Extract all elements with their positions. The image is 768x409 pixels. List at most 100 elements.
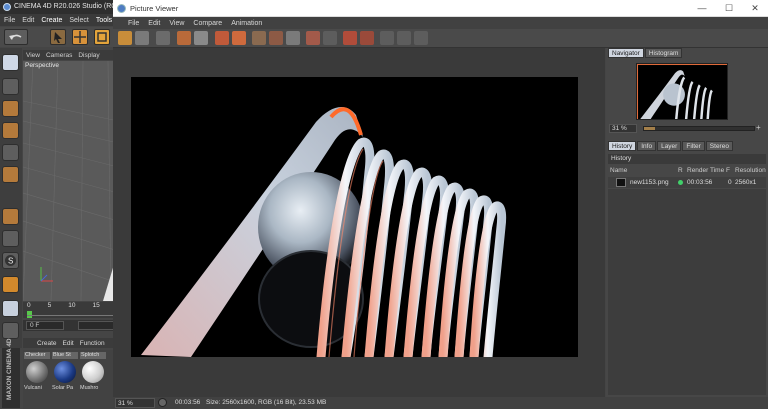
- column-name[interactable]: Name: [610, 167, 627, 174]
- picture-viewer-canvas[interactable]: [113, 48, 605, 397]
- navigator-preview[interactable]: [636, 63, 728, 120]
- navigator-zoom-slider[interactable]: [643, 126, 755, 131]
- texture-mode-icon[interactable]: [2, 100, 19, 117]
- undo-icon[interactable]: [4, 29, 28, 45]
- c4d-menu-edit[interactable]: Edit: [22, 17, 34, 24]
- close-icon[interactable]: ✕: [742, 2, 768, 14]
- history-header: History: [608, 154, 766, 164]
- tab-layer[interactable]: Layer: [657, 141, 682, 151]
- snap-icon[interactable]: S: [2, 252, 19, 269]
- pv-menu-view[interactable]: View: [169, 20, 184, 27]
- viewport-menu-cameras[interactable]: Cameras: [46, 52, 72, 59]
- svg-text:S: S: [8, 257, 13, 266]
- material-manager-menu: Create Edit Function: [23, 338, 118, 348]
- viewport-menu-view[interactable]: View: [26, 52, 40, 59]
- timeline[interactable]: 0 5 10 15: [23, 302, 118, 318]
- c4d-menu-create[interactable]: Create: [41, 17, 62, 24]
- grid-icon[interactable]: [156, 31, 170, 45]
- current-frame-field[interactable]: 0 F: [26, 321, 64, 330]
- edges-mode-icon[interactable]: [2, 144, 19, 161]
- timeline-tick: 5: [47, 302, 52, 309]
- magnet-icon[interactable]: [2, 276, 19, 293]
- history-resolution: 2560x1: [735, 179, 757, 186]
- workplane-icon[interactable]: [2, 300, 19, 317]
- material-swatch[interactable]: Checker Vulcani: [24, 352, 50, 392]
- picture-viewer-menu-bar: File Edit View Compare Animation: [113, 17, 768, 29]
- column-r[interactable]: R: [678, 167, 683, 174]
- pv-menu-animation[interactable]: Animation: [231, 20, 262, 27]
- flip-icon[interactable]: [397, 31, 411, 45]
- tab-histogram[interactable]: Histogram: [644, 48, 683, 58]
- move-tool-icon[interactable]: [72, 29, 88, 45]
- model-mode-icon[interactable]: [2, 54, 19, 71]
- stop-render-icon[interactable]: [215, 31, 229, 45]
- polygons-mode-icon[interactable]: [2, 166, 19, 183]
- column-f[interactable]: F: [726, 167, 730, 174]
- tab-filter[interactable]: Filter: [682, 141, 705, 151]
- play-icon[interactable]: [158, 398, 167, 407]
- save-icon[interactable]: [135, 31, 149, 45]
- channel-green-icon[interactable]: [360, 31, 374, 45]
- maxon-logo: MAXON CINEMA 4D: [2, 338, 20, 408]
- c4d-viewport[interactable]: Perspective: [23, 61, 118, 301]
- tab-navigator[interactable]: Navigator: [608, 48, 644, 58]
- channel-rgb-icon[interactable]: [306, 31, 320, 45]
- axis-mode-icon[interactable]: [2, 208, 19, 225]
- column-render-time[interactable]: Render Time: [687, 167, 724, 174]
- pv-menu-compare[interactable]: Compare: [193, 20, 222, 27]
- render-region-icon[interactable]: [177, 31, 191, 45]
- tweak-mode-icon[interactable]: [2, 230, 19, 247]
- material-menu-create[interactable]: Create: [37, 340, 57, 347]
- render-icon[interactable]: [194, 31, 208, 45]
- color-picker-icon[interactable]: [286, 31, 300, 45]
- tab-info[interactable]: Info: [637, 141, 657, 151]
- points-mode-icon[interactable]: [2, 122, 19, 139]
- tab-stereo[interactable]: Stereo: [705, 141, 733, 151]
- split-compare-icon[interactable]: [269, 31, 283, 45]
- channel-alpha-icon[interactable]: [323, 31, 337, 45]
- status-zoom-field[interactable]: 31 %: [115, 398, 155, 408]
- end-frame-field[interactable]: [78, 321, 116, 330]
- c4d-menu-tools[interactable]: Tools: [96, 17, 112, 24]
- tab-history[interactable]: History: [608, 141, 637, 151]
- c4d-menu-select[interactable]: Select: [69, 17, 88, 24]
- viewport-grid: [23, 61, 118, 301]
- ab-compare-icon[interactable]: [252, 31, 266, 45]
- history-render-time: 00:03:56: [687, 179, 713, 186]
- open-folder-icon[interactable]: [118, 31, 132, 45]
- c4d-logo-icon: [117, 4, 126, 13]
- pv-menu-file[interactable]: File: [128, 20, 139, 27]
- fit-icon[interactable]: [414, 31, 428, 45]
- material-menu-function[interactable]: Function: [80, 340, 105, 347]
- mirror-icon[interactable]: [380, 31, 394, 45]
- channel-red-icon[interactable]: [343, 31, 357, 45]
- lock-icon[interactable]: [2, 322, 19, 339]
- zoom-in-icon[interactable]: +: [756, 123, 761, 132]
- material-swatch[interactable]: Blue St Solar Pa: [52, 352, 78, 392]
- history-row[interactable]: new1153.png 00:03:56 0 2560x1: [608, 177, 766, 188]
- maximize-icon[interactable]: ☐: [716, 2, 742, 14]
- navigator-zoom-field[interactable]: 31 %: [609, 124, 637, 133]
- history-columns: Name R Render Time F Resolution: [608, 166, 766, 176]
- render-active-icon[interactable]: [232, 31, 246, 45]
- history-list-area[interactable]: [608, 189, 766, 395]
- c4d-left-toolbar: S: [0, 48, 22, 348]
- material-swatch[interactable]: Splotch Mushro: [80, 352, 106, 392]
- c4d-menu-bar: File Edit Create Select Tools: [0, 14, 118, 26]
- material-menu-edit[interactable]: Edit: [63, 340, 74, 347]
- select-arrow-icon[interactable]: [50, 29, 66, 45]
- scale-tool-icon[interactable]: [94, 29, 110, 45]
- cube-icon[interactable]: [2, 78, 19, 95]
- material-label: Vulcani: [24, 385, 42, 391]
- viewport-menu-display[interactable]: Display: [78, 52, 99, 59]
- material-preview: [26, 361, 48, 383]
- c4d-menu-file[interactable]: File: [4, 17, 15, 24]
- material-label: Mushro: [80, 385, 99, 391]
- column-resolution[interactable]: Resolution: [735, 167, 766, 174]
- minimize-icon[interactable]: —: [689, 2, 715, 14]
- navigator-thumbnail: [637, 64, 727, 119]
- picture-viewer-title-bar[interactable]: Picture Viewer — ☐ ✕: [113, 0, 768, 17]
- pv-menu-edit[interactable]: Edit: [148, 20, 160, 27]
- status-render-time: 00:03:56: [175, 399, 201, 406]
- material-preview: [54, 361, 76, 383]
